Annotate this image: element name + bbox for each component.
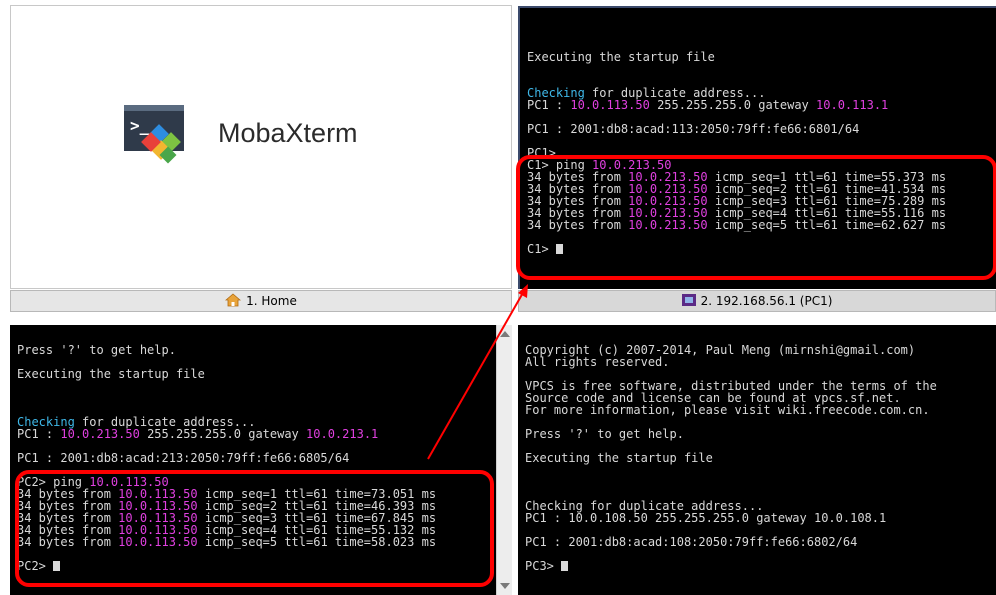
annotation-arrow [427,284,528,460]
